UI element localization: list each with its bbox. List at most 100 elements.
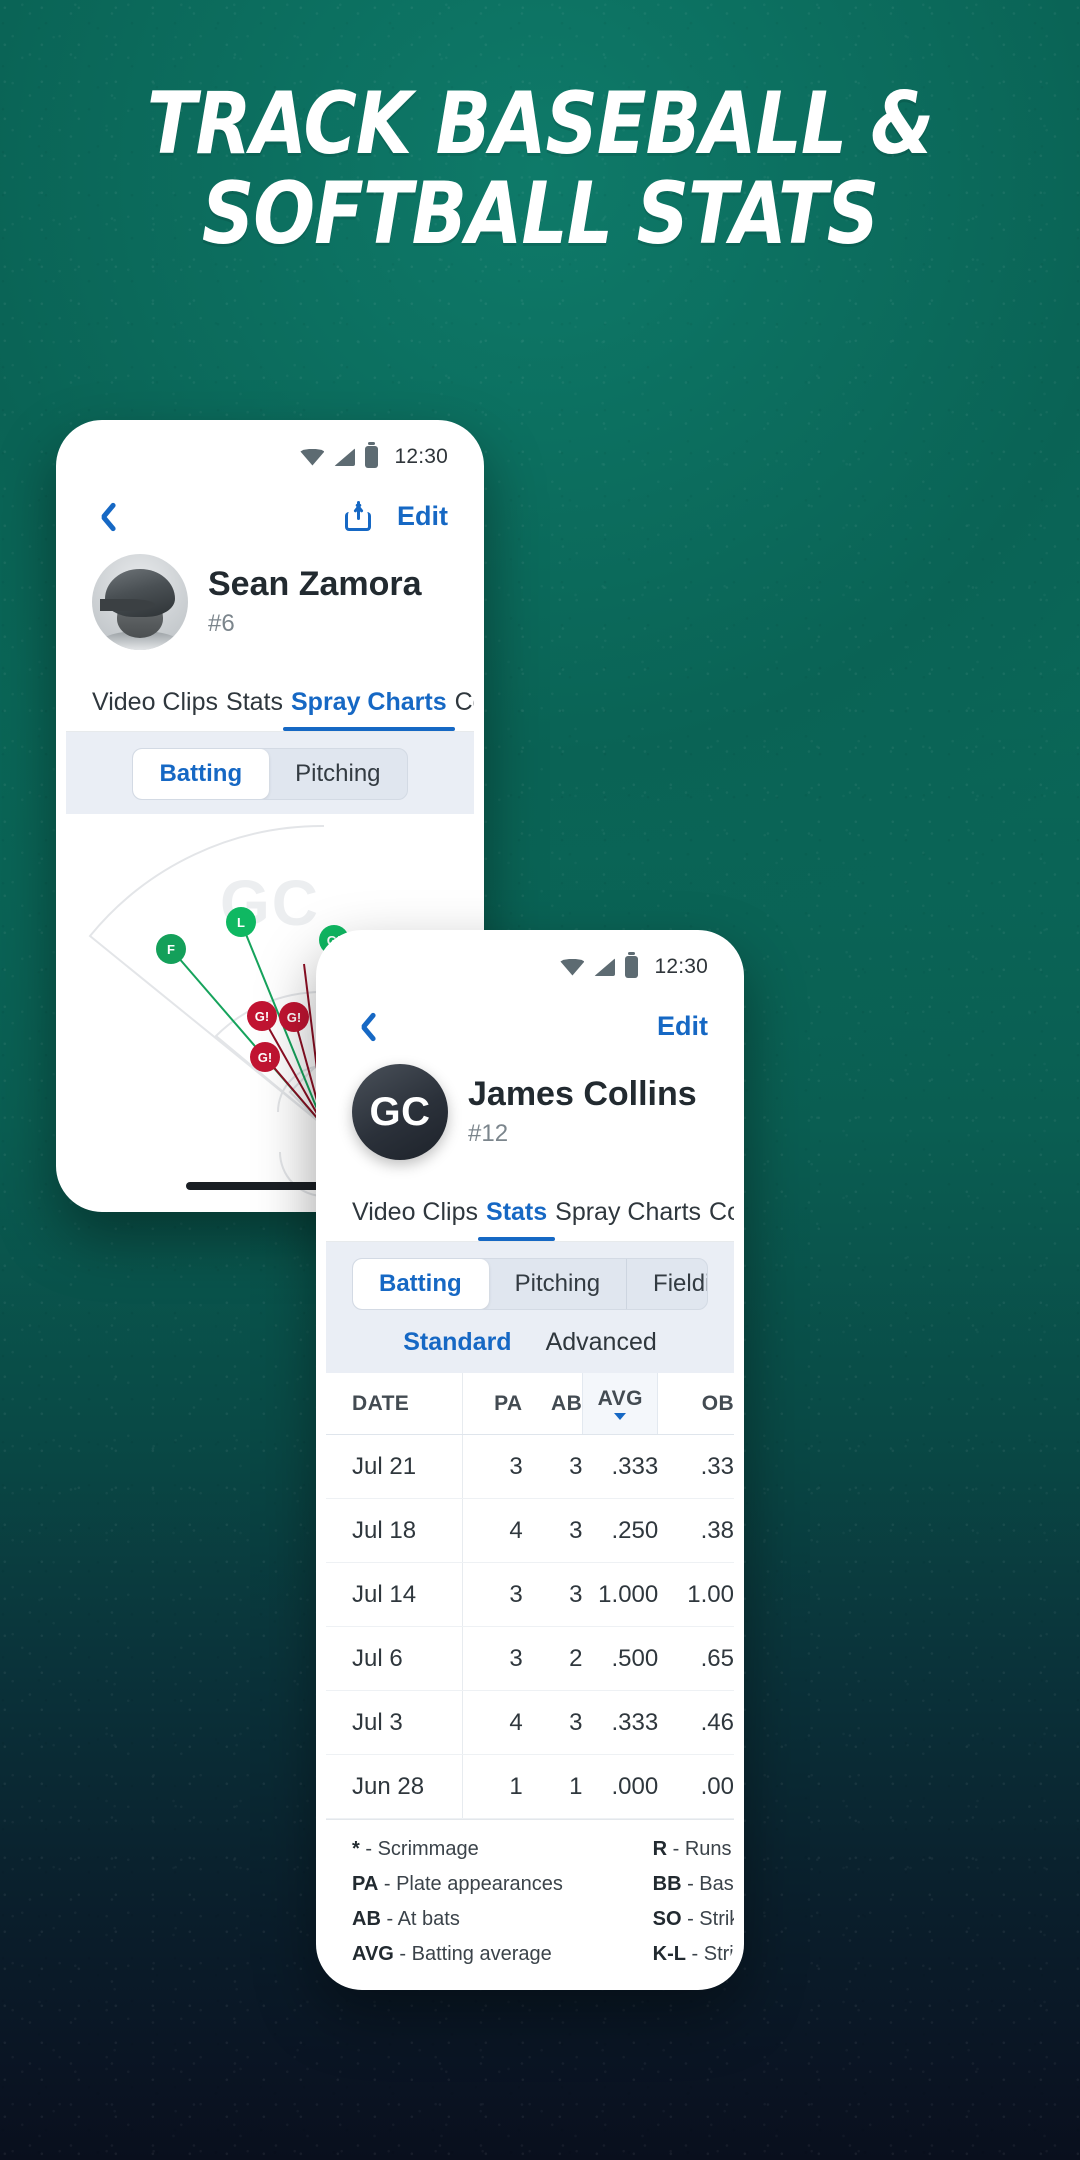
subtab-advanced[interactable]: Advanced [546, 1328, 657, 1357]
table-row[interactable]: Jul 6 3 2 .500 .65 [326, 1627, 734, 1691]
legend-desc: - Scrimmage [365, 1838, 479, 1860]
legend-desc: - On-base percentage [401, 1978, 596, 1980]
share-icon[interactable] [345, 501, 371, 531]
headline-line-1: TRACK BASEBALL & [146, 74, 934, 174]
cell-date: Jul 14 [326, 1563, 463, 1626]
cell-date: Jun 28 [326, 1755, 463, 1818]
cell-avg: 1.000 [598, 1580, 659, 1608]
legend-abbr: R [652, 1838, 668, 1860]
cell-obp: .38 [700, 1516, 734, 1544]
tab-stats[interactable]: Stats [478, 1198, 556, 1241]
svg-text:G!: G! [255, 1009, 269, 1024]
sort-descending-caret [614, 1413, 627, 1420]
column-header-avg-label: AVG [597, 1387, 643, 1410]
wifi-icon [300, 448, 325, 466]
legend-abbr: * [352, 1838, 360, 1860]
status-time: 12:30 [394, 445, 448, 468]
legend-desc: - Runs scored [672, 1838, 734, 1860]
edit-button[interactable]: Edit [397, 501, 448, 532]
svg-text:G!: G! [287, 1010, 301, 1025]
tab-stats[interactable]: Stats [222, 688, 287, 731]
legend-item: PA - Plate appearances [352, 1873, 637, 1896]
column-header-ab[interactable]: AB [523, 1373, 583, 1434]
legend-desc: - Base on balls (walks) [687, 1873, 734, 1895]
segment-pitching[interactable]: Pitching [489, 1259, 628, 1309]
cell-avg: .250 [611, 1516, 659, 1544]
phone-mockup-stats: 12:30 Edit GC James Collins #12 Video Cl… [316, 930, 744, 1990]
cell-obp: .00 [700, 1772, 734, 1800]
cell-date: Jul 3 [326, 1691, 463, 1754]
legend-item: HBP - Hit by pitch [653, 1978, 734, 1980]
batting-pitching-fielding-segmented-control: Batting Pitching Fielding [352, 1258, 708, 1310]
table-row[interactable]: Jul 21 3 3 .333 .33 [326, 1435, 734, 1499]
legend-item: BB - Base on balls (walks) [653, 1873, 734, 1896]
cell-obp: .33 [700, 1452, 734, 1480]
svg-text:F: F [167, 942, 175, 957]
legend-item: R - Runs scored [653, 1838, 734, 1861]
tab-video-clips[interactable]: Video Clips [348, 1198, 482, 1241]
share-icon-arrow [356, 501, 360, 520]
cell-obp: .46 [700, 1708, 734, 1736]
avatar[interactable] [92, 554, 188, 650]
tab-spray-charts[interactable]: Spray Charts [551, 1198, 705, 1241]
cell-date: Jul 18 [326, 1499, 463, 1562]
status-time: 12:30 [654, 955, 708, 978]
phone2-player-header: GC James Collins #12 [326, 1058, 734, 1182]
legend-item: * - Scrimmage [352, 1838, 637, 1861]
cell-ab: 2 [569, 1644, 583, 1672]
avatar[interactable]: GC [352, 1064, 448, 1160]
cell-pa: 3 [509, 1644, 523, 1672]
legend-item: AB - At bats [352, 1908, 637, 1931]
headline-line-2: SOFTBALL STATS [201, 164, 879, 265]
cell-avg: .333 [611, 1708, 659, 1736]
legend-item: OBP - On-base percentage [352, 1978, 637, 1980]
column-header-date[interactable]: DATE [326, 1373, 463, 1434]
cell-pa: 3 [509, 1452, 523, 1480]
legend-desc: - Strikeouts [687, 1908, 734, 1930]
phone1-status-bar: 12:30 [66, 430, 474, 484]
tab-contacts[interactable]: Contacts [705, 1198, 734, 1241]
table-row[interactable]: Jun 28 1 1 .000 .00 [326, 1755, 734, 1819]
segment-fielding[interactable]: Fielding [627, 1259, 707, 1309]
table-header-row: DATE PA AB AVG OB [326, 1373, 734, 1435]
wifi-icon [560, 958, 585, 976]
cell-avg: .333 [611, 1452, 659, 1480]
legend-desc: - Strikeouts Looking [691, 1943, 734, 1965]
cell-ab: 3 [569, 1708, 583, 1736]
tab-video-clips[interactable]: Video Clips [88, 688, 222, 731]
legend-abbr: AB [352, 1908, 381, 1930]
legend-abbr: HBP [653, 1978, 695, 1980]
table-row[interactable]: Jul 18 4 3 .250 .38 [326, 1499, 734, 1563]
table-row[interactable]: Jul 3 4 3 .333 .46 [326, 1691, 734, 1755]
phone1-nav-actions: Edit [345, 501, 448, 532]
segment-batting[interactable]: Batting [133, 749, 270, 799]
cell-ab: 3 [569, 1580, 583, 1608]
battery-icon [365, 442, 379, 468]
signal-icon [334, 448, 356, 466]
segment-pitching[interactable]: Pitching [269, 749, 406, 799]
back-chevron-icon[interactable] [352, 1009, 372, 1043]
cell-obp: 1.00 [687, 1580, 734, 1608]
legend-abbr: SO [652, 1908, 682, 1930]
column-header-pa[interactable]: PA [463, 1373, 523, 1434]
tab-spray-charts[interactable]: Spray Charts [283, 688, 455, 731]
cell-pa: 3 [509, 1580, 523, 1608]
subtab-standard[interactable]: Standard [403, 1328, 511, 1357]
legend-desc: - Batting average [399, 1943, 552, 1965]
back-chevron-icon[interactable] [92, 499, 112, 533]
phone1-nav-bar: Edit [66, 484, 474, 548]
cell-pa: 4 [509, 1516, 523, 1544]
cell-ab: 3 [569, 1452, 583, 1480]
column-header-avg[interactable]: AVG [582, 1373, 659, 1434]
column-header-obp[interactable]: OB [658, 1373, 734, 1434]
edit-button[interactable]: Edit [657, 1011, 708, 1042]
tab-contacts[interactable]: Contacts [451, 688, 474, 731]
table-row[interactable]: Jul 14 3 3 1.000 1.00 [326, 1563, 734, 1627]
segment-batting[interactable]: Batting [353, 1259, 489, 1309]
phone2-status-bar: 12:30 [326, 940, 734, 994]
cell-pa: 4 [509, 1708, 523, 1736]
player-number: #12 [468, 1119, 509, 1147]
legend-item: SO - Strikeouts [653, 1908, 734, 1931]
legend-abbr: PA [352, 1873, 379, 1895]
cell-ab: 3 [569, 1516, 583, 1544]
